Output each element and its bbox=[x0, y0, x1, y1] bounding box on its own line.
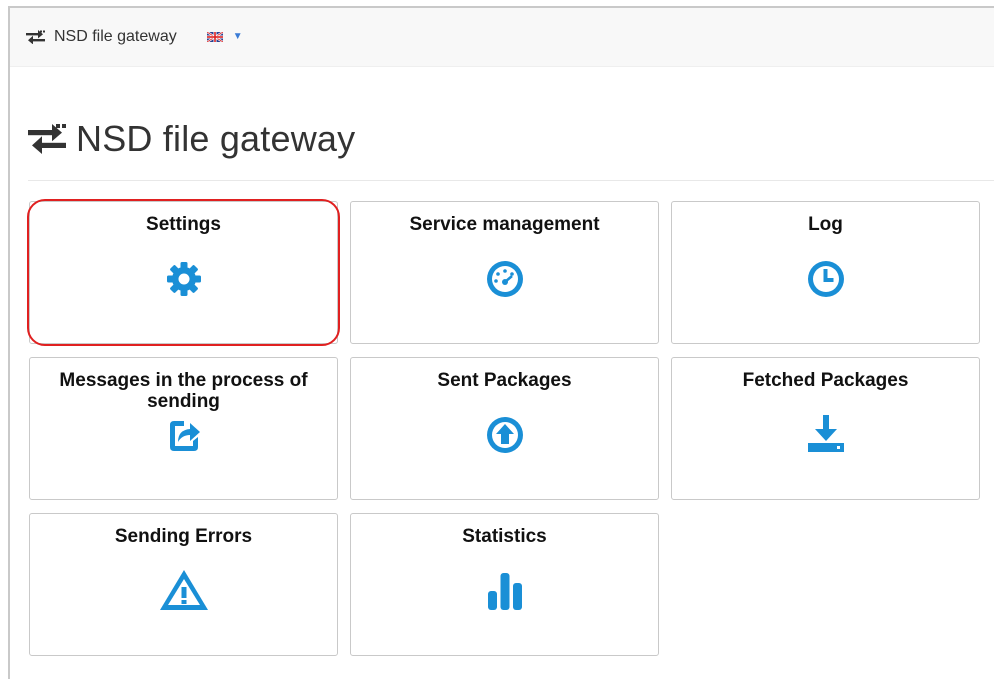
page-title-text: NSD file gateway bbox=[76, 118, 356, 159]
title-divider bbox=[28, 180, 994, 181]
dashboard-icon bbox=[486, 261, 523, 297]
uk-flag-icon bbox=[206, 32, 223, 42]
tile-fetched-packages[interactable]: Fetched Packages bbox=[671, 357, 980, 500]
tile-label: Log bbox=[808, 214, 843, 235]
exchange-arrows-icon bbox=[26, 30, 45, 44]
download-tray-icon bbox=[807, 415, 844, 452]
tile-label: Fetched Packages bbox=[742, 370, 909, 391]
tile-messages-in-process[interactable]: Messages in the process of sending bbox=[29, 357, 338, 500]
exchange-arrows-icon bbox=[28, 124, 66, 154]
share-icon bbox=[169, 421, 200, 451]
tile-label: Sending Errors bbox=[114, 526, 253, 547]
gear-icon bbox=[166, 262, 201, 296]
page-title: NSD file gateway bbox=[28, 118, 355, 160]
language-selector[interactable]: ▼ bbox=[206, 31, 243, 42]
tile-label: Sent Packages bbox=[437, 370, 572, 391]
app-frame: NSD file gateway ▼ NSD file gateway Sett… bbox=[8, 6, 994, 679]
warning-triangle-icon bbox=[159, 570, 208, 610]
tile-log[interactable]: Log bbox=[671, 201, 980, 344]
clock-icon bbox=[807, 261, 844, 297]
navbar-brand-text: NSD file gateway bbox=[54, 28, 177, 45]
tile-settings[interactable]: Settings bbox=[29, 201, 338, 344]
upload-circle-icon bbox=[486, 417, 523, 453]
tile-label: Settings bbox=[146, 214, 221, 235]
tile-service-management[interactable]: Service management bbox=[350, 201, 659, 344]
navbar: NSD file gateway ▼ bbox=[10, 8, 994, 67]
tile-sending-errors[interactable]: Sending Errors bbox=[29, 513, 338, 656]
chevron-down-icon: ▼ bbox=[232, 31, 243, 42]
tile-label: Messages in the process of sending bbox=[59, 370, 308, 412]
tile-sent-packages[interactable]: Sent Packages bbox=[350, 357, 659, 500]
tile-label: Service management bbox=[409, 214, 600, 235]
bar-chart-icon bbox=[487, 573, 522, 610]
tile-statistics[interactable]: Statistics bbox=[350, 513, 659, 656]
tile-label: Statistics bbox=[462, 526, 547, 547]
navbar-brand-link[interactable]: NSD file gateway bbox=[26, 28, 177, 46]
